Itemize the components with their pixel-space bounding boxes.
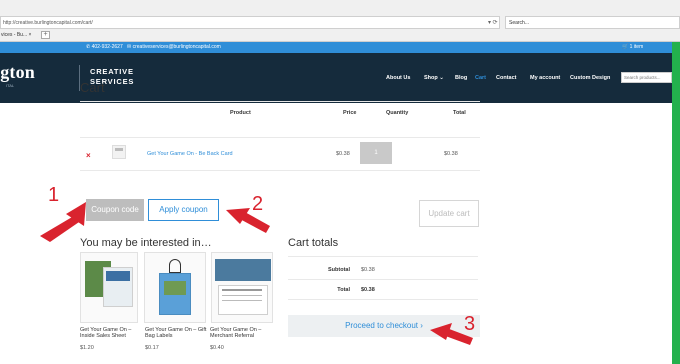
annotation-arrows	[40, 202, 473, 345]
annotation-arrow-3-head	[430, 323, 452, 340]
